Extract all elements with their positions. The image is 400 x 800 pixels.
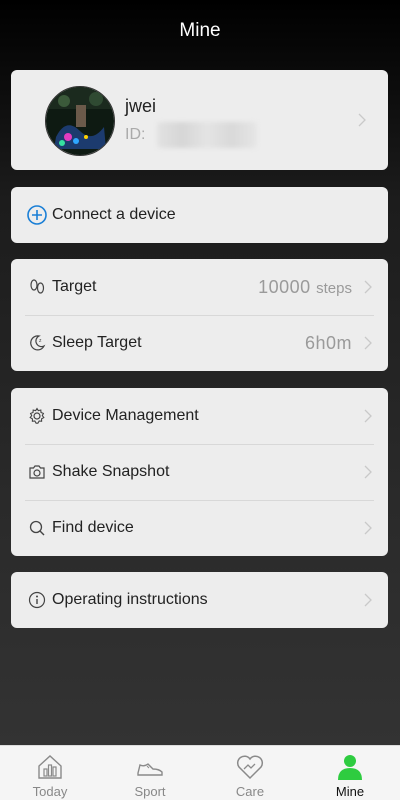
targets-card: Target 10000 steps z Sleep Target 6h0m bbox=[11, 259, 388, 371]
sleep-target-value: 6h0m bbox=[304, 332, 352, 353]
device-management-row[interactable]: Device Management bbox=[11, 388, 388, 444]
find-device-label: Find device bbox=[52, 519, 134, 536]
sneaker-icon bbox=[135, 752, 165, 782]
avatar[interactable] bbox=[45, 86, 115, 156]
chevron-right-icon bbox=[362, 464, 374, 480]
profile-card[interactable]: jwei ID: bbox=[11, 70, 388, 170]
search-icon bbox=[27, 518, 47, 538]
chevron-right-icon bbox=[356, 112, 368, 128]
info-icon bbox=[27, 590, 47, 610]
camera-icon bbox=[27, 462, 47, 482]
footprints-icon bbox=[27, 277, 47, 297]
page-title: Mine bbox=[179, 20, 221, 41]
person-icon bbox=[335, 752, 365, 782]
step-target-row[interactable]: Target 10000 steps bbox=[11, 259, 388, 315]
connect-device-label: Connect a device bbox=[52, 206, 176, 223]
tab-sport[interactable]: Sport bbox=[100, 746, 200, 800]
heart-handshake-icon bbox=[235, 752, 265, 782]
shake-snapshot-row[interactable]: Shake Snapshot bbox=[11, 444, 388, 500]
step-target-value: 10000 steps bbox=[258, 277, 352, 298]
moon-icon: z bbox=[27, 333, 47, 353]
shake-snapshot-label: Shake Snapshot bbox=[52, 463, 170, 480]
tab-mine[interactable]: Mine bbox=[300, 746, 400, 800]
connect-device-row[interactable]: Connect a device bbox=[11, 187, 388, 243]
tab-care-label: Care bbox=[235, 784, 265, 799]
tab-today[interactable]: Today bbox=[0, 746, 100, 800]
gear-icon bbox=[27, 406, 47, 426]
tab-sport-label: Sport bbox=[134, 784, 166, 799]
chevron-right-icon bbox=[362, 592, 374, 608]
device-management-label: Device Management bbox=[52, 407, 199, 424]
step-target-number: 10000 bbox=[258, 276, 311, 297]
tab-care[interactable]: Care bbox=[200, 746, 300, 800]
chevron-right-icon bbox=[362, 279, 374, 295]
username: jwei bbox=[125, 96, 157, 116]
operating-instructions-label: Operating instructions bbox=[52, 591, 208, 608]
instructions-card: Operating instructions bbox=[11, 572, 388, 628]
device-tools-card: Device Management Shake Snapshot Find de… bbox=[11, 388, 388, 556]
user-id-label: ID: bbox=[125, 126, 146, 143]
chevron-right-icon bbox=[362, 520, 374, 536]
add-circle-icon bbox=[27, 205, 47, 225]
sleep-target-row[interactable]: z Sleep Target 6h0m bbox=[11, 315, 388, 371]
chevron-right-icon bbox=[362, 408, 374, 424]
connect-device-card[interactable]: Connect a device bbox=[11, 187, 388, 243]
user-id-redacted bbox=[157, 122, 257, 148]
svg-text:z: z bbox=[39, 338, 42, 344]
tab-mine-label: Mine bbox=[335, 784, 365, 799]
step-target-unit: steps bbox=[316, 279, 352, 297]
step-target-label: Target bbox=[52, 278, 97, 295]
bar-chart-house-icon bbox=[35, 752, 65, 782]
tab-today-label: Today bbox=[32, 784, 68, 799]
operating-instructions-row[interactable]: Operating instructions bbox=[11, 572, 388, 628]
bottom-tab-bar: Today Sport Care Mine bbox=[0, 745, 400, 800]
chevron-right-icon bbox=[362, 335, 374, 351]
sleep-target-label: Sleep Target bbox=[52, 334, 142, 351]
find-device-row[interactable]: Find device bbox=[11, 500, 388, 556]
